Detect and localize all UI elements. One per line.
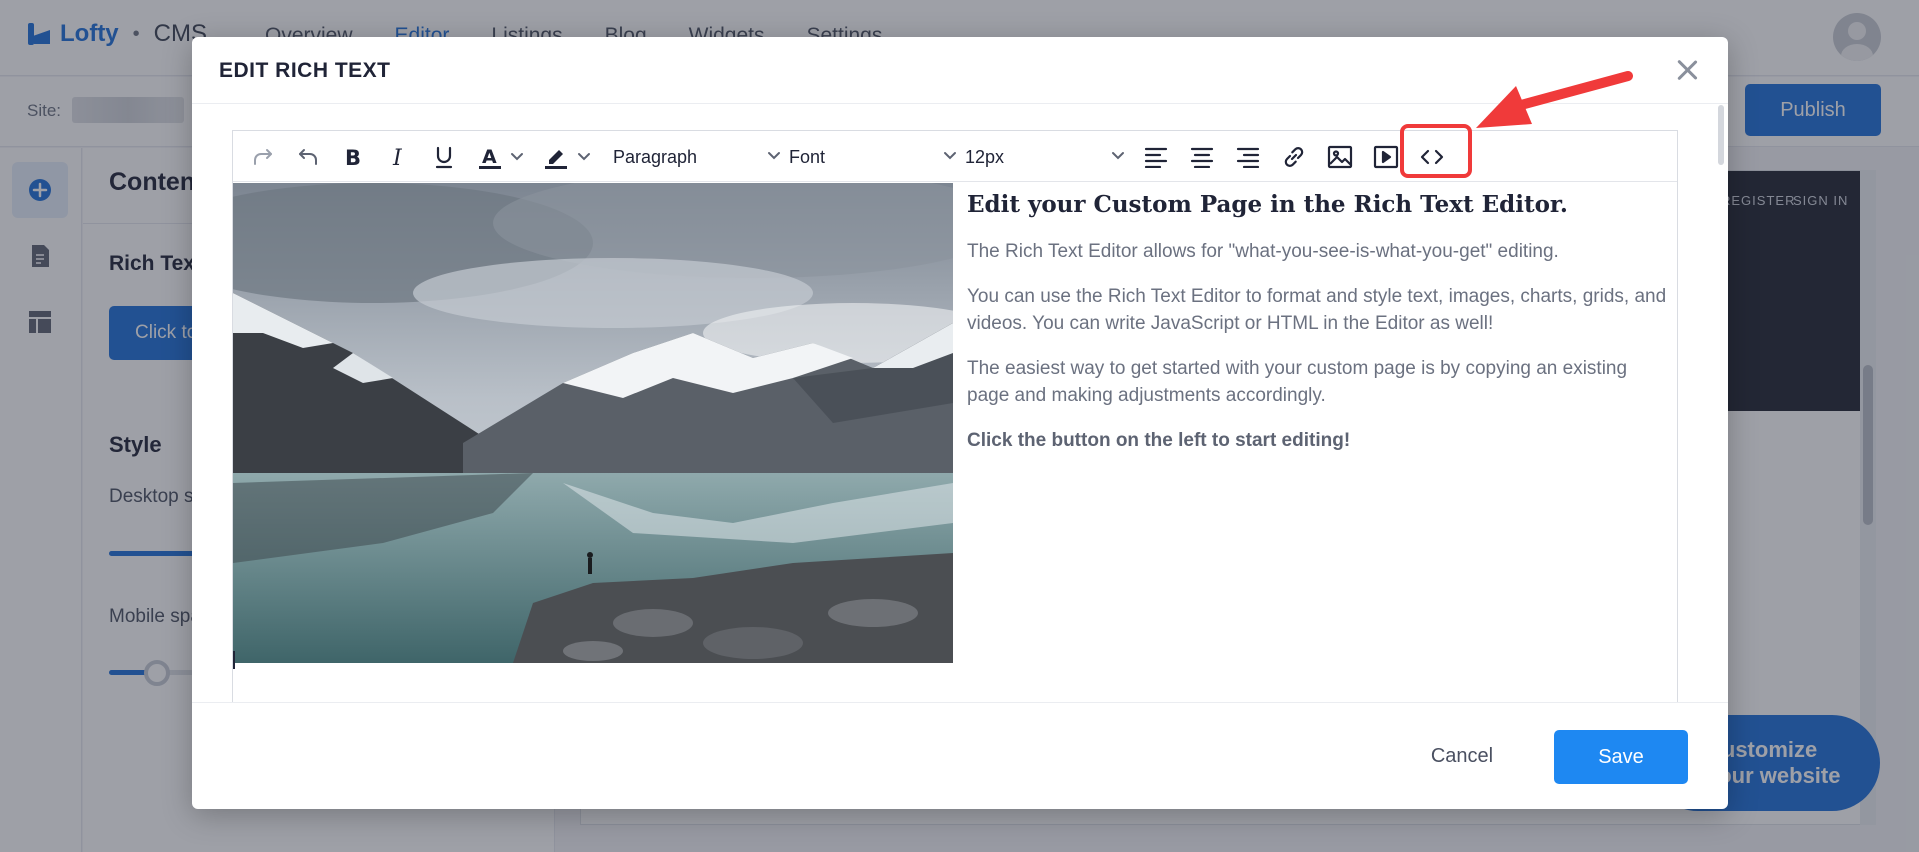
editor-text-content[interactable]: Edit your Custom Page in the Rich Text E… <box>967 183 1667 454</box>
dialog-title: EDIT RICH TEXT <box>219 59 391 82</box>
italic-icon: I <box>392 146 403 169</box>
undo-button[interactable] <box>291 140 325 174</box>
dialog-scrollbar[interactable] <box>1718 105 1724 165</box>
undo-icon <box>299 149 317 165</box>
paragraph-format-select[interactable]: Paragraph <box>613 140 781 174</box>
content-paragraph-1: The Rich Text Editor allows for "what-yo… <box>967 241 1559 262</box>
video-icon <box>1373 145 1399 169</box>
chevron-down-icon <box>768 152 780 160</box>
text-color-dropdown[interactable] <box>507 140 527 174</box>
redo-icon <box>254 149 272 165</box>
chevron-down-icon <box>578 153 590 161</box>
font-family-select[interactable]: Font <box>789 140 957 174</box>
underline-button[interactable] <box>427 140 461 174</box>
text-caret <box>233 651 235 669</box>
underline-icon <box>435 146 453 169</box>
link-icon <box>1284 147 1304 167</box>
svg-text:I: I <box>392 146 403 169</box>
chevron-down-icon <box>944 152 956 160</box>
content-paragraph-3: The easiest way to get started with your… <box>967 358 1628 406</box>
red-arrow-icon <box>1476 71 1633 128</box>
highlighter-icon <box>545 150 567 169</box>
code-button-highlight <box>1400 124 1472 178</box>
edit-rich-text-dialog: EDIT RICH TEXT B I A Paragraph Font 12px… <box>192 37 1728 809</box>
mountain-lake-image[interactable] <box>233 183 953 663</box>
font-size-select[interactable]: 12px <box>965 140 1125 174</box>
align-center-button[interactable] <box>1185 140 1219 174</box>
image-icon <box>1327 145 1353 169</box>
insert-image-button[interactable] <box>1323 140 1357 174</box>
align-left-button[interactable] <box>1139 140 1173 174</box>
bold-icon: B <box>345 146 361 169</box>
svg-text:A: A <box>482 146 497 168</box>
text-color-button[interactable]: A <box>473 140 507 174</box>
landscape-photo <box>233 183 953 663</box>
save-button[interactable]: Save <box>1554 730 1688 784</box>
svg-text:B: B <box>345 146 361 169</box>
chevron-down-icon <box>511 153 523 161</box>
align-center-icon <box>1190 147 1214 168</box>
insert-video-button[interactable] <box>1369 140 1403 174</box>
highlight-color-dropdown[interactable] <box>574 140 594 174</box>
font-family-value: Font <box>789 146 826 167</box>
content-bold-line: Click the button on the left to start ed… <box>967 430 1351 451</box>
align-left-icon <box>1144 147 1168 168</box>
align-right-button[interactable] <box>1231 140 1265 174</box>
close-icon[interactable] <box>1672 55 1702 85</box>
highlight-color-button[interactable] <box>539 140 573 174</box>
rich-text-editor: B I A Paragraph Font 12px Edit your Cust… <box>232 130 1678 702</box>
cancel-button[interactable]: Cancel <box>1402 730 1522 782</box>
font-size-value: 12px <box>965 146 1005 167</box>
chevron-down-icon <box>1112 152 1124 160</box>
content-paragraph-2: You can use the Rich Text Editor to form… <box>967 286 1667 334</box>
text-color-icon: A <box>479 146 501 169</box>
content-heading: Edit your Custom Page in the Rich Text E… <box>967 191 1568 218</box>
dialog-footer-divider <box>192 702 1728 703</box>
align-right-icon <box>1236 147 1260 168</box>
paragraph-format-value: Paragraph <box>613 146 698 167</box>
italic-button[interactable]: I <box>382 140 416 174</box>
redo-button[interactable] <box>246 140 280 174</box>
bold-button[interactable]: B <box>336 140 370 174</box>
insert-link-button[interactable] <box>1277 140 1311 174</box>
